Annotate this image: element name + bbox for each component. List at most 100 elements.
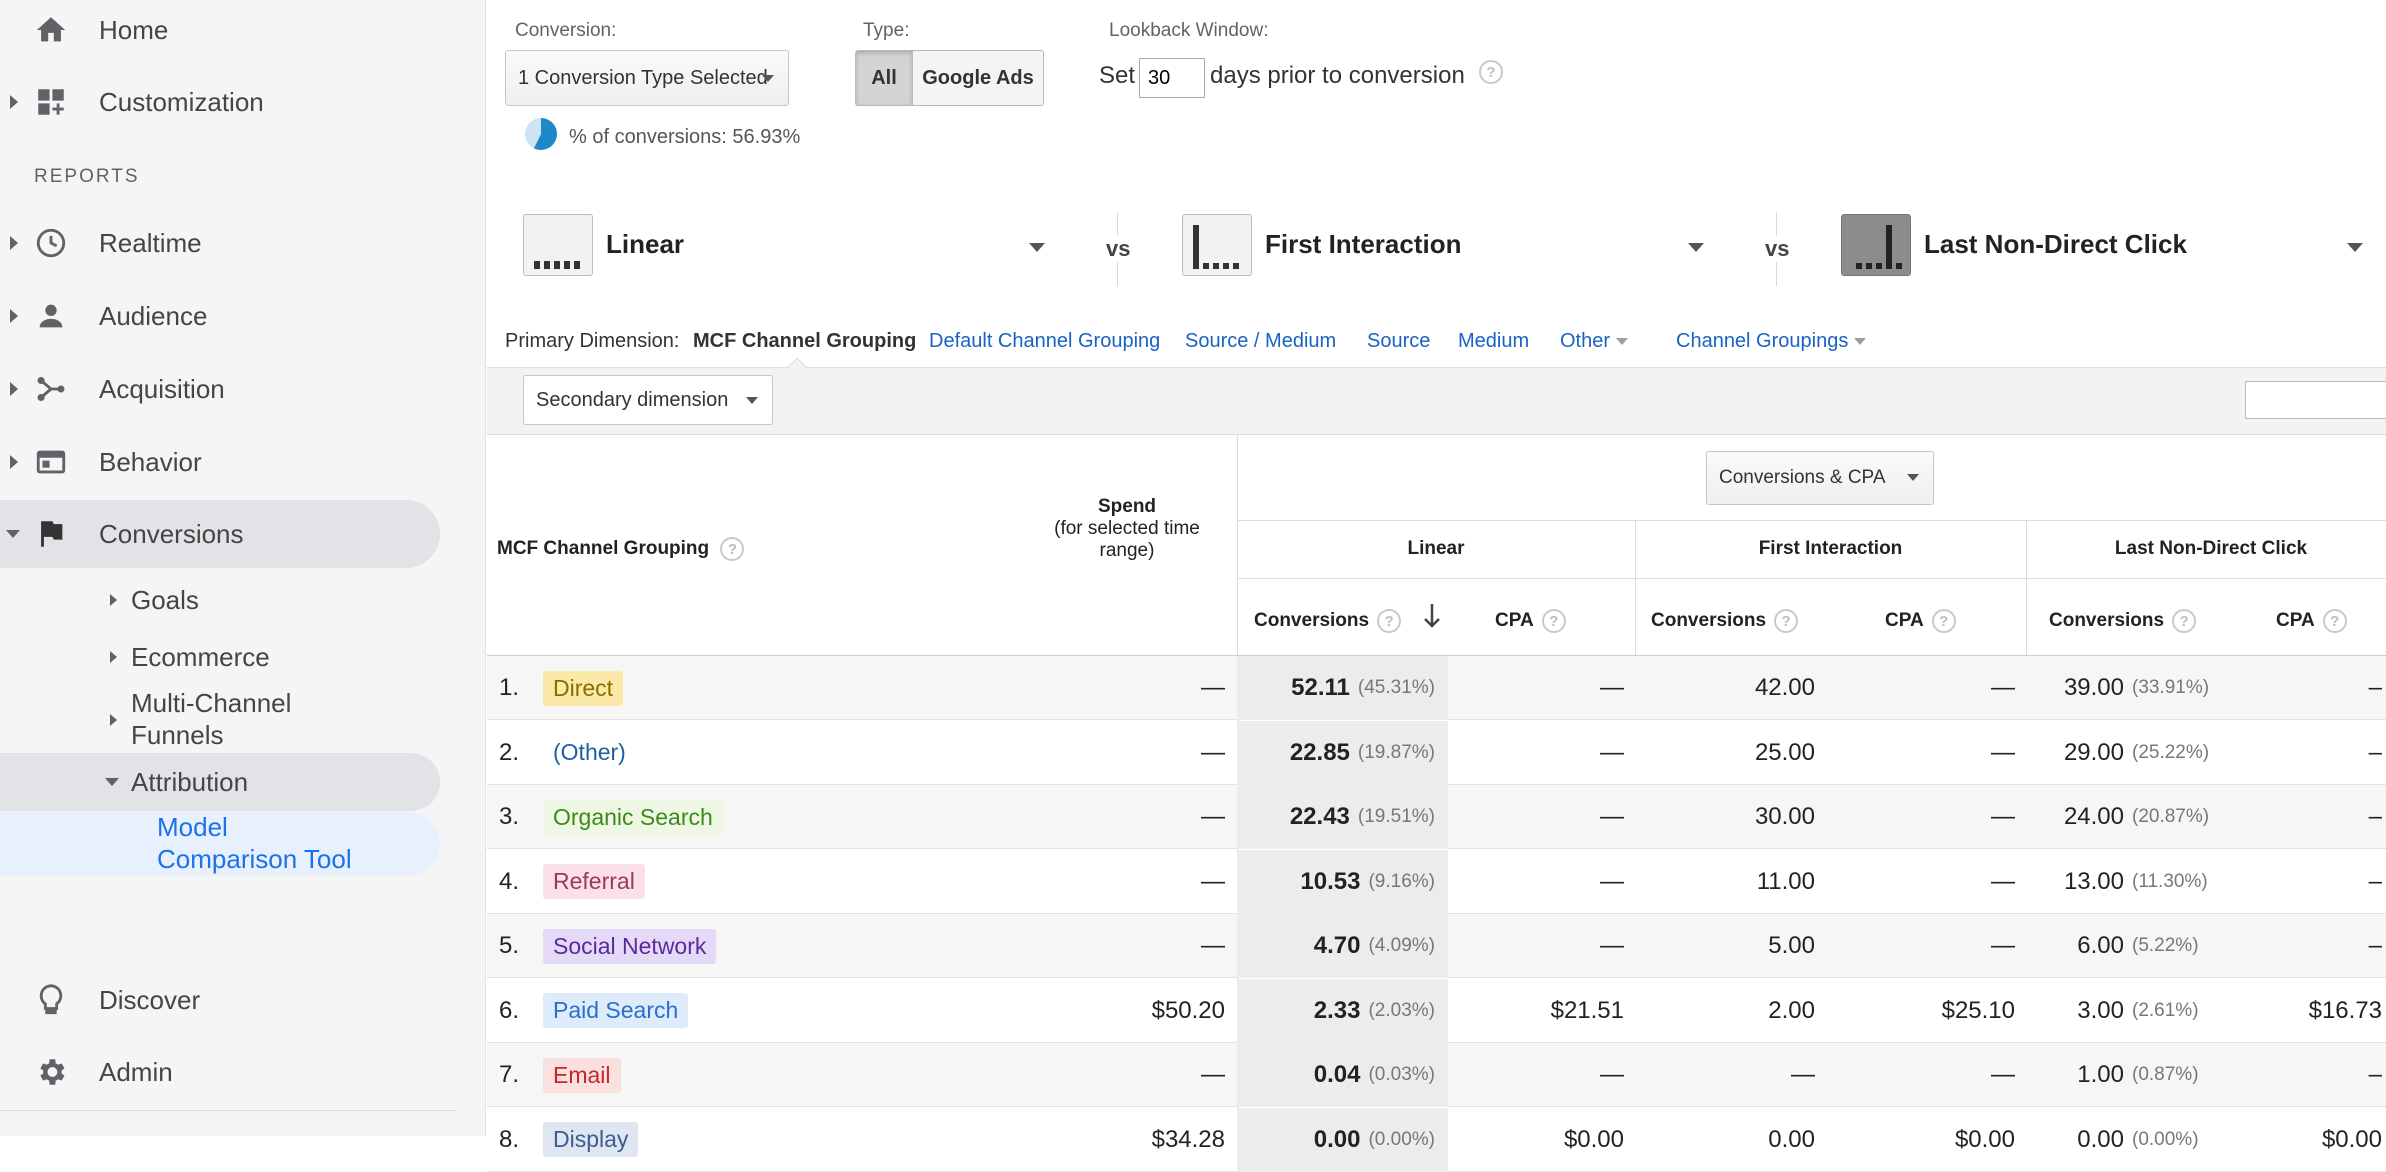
dimension-channel-groupings-label: Channel Groupings <box>1676 330 1849 352</box>
help-icon[interactable]: ? <box>1931 609 1956 633</box>
table-search-input[interactable] <box>2245 381 2386 419</box>
dimension-channel-groupings[interactable]: Channel Groupings <box>1676 330 1867 353</box>
metric-group-select[interactable]: Conversions & CPA <box>1706 451 1934 505</box>
nav-home[interactable]: Home <box>0 0 440 64</box>
help-icon[interactable]: ? <box>720 537 745 561</box>
nav-home-label: Home <box>99 14 169 45</box>
chevron-right-icon <box>110 714 117 726</box>
col-first-cpa[interactable]: CPA? <box>1885 609 1956 633</box>
type-all-button[interactable]: All <box>855 50 913 106</box>
chevron-down-icon[interactable] <box>1688 243 1704 252</box>
lookback-days-suffix: days prior to conversion <box>1210 62 1465 89</box>
chevron-right-icon <box>10 236 18 250</box>
first-cpa-value: — <box>1991 932 2015 959</box>
table-row[interactable]: 7. Email — 0.04 (0.03%) — — — 1.00 (0.87%) – <box>487 1043 2386 1107</box>
chevron-down-icon <box>762 75 774 82</box>
nav-realtime[interactable]: Realtime <box>0 209 440 277</box>
conversion-type-select[interactable]: 1 Conversion Type Selected <box>505 50 789 106</box>
dimension-default-channel-grouping[interactable]: Default Channel Grouping <box>929 330 1160 353</box>
nav-discover[interactable]: Discover <box>0 966 440 1034</box>
secondary-dimension-value: Secondary dimension <box>536 388 729 411</box>
nav-goals-label: Goals <box>131 584 199 615</box>
spend-header-line3: range) <box>1099 540 1155 561</box>
model-3-name[interactable]: Last Non-Direct Click <box>1924 229 2187 260</box>
first-cpa-value: — <box>1991 738 2015 766</box>
channel-link[interactable]: Direct <box>543 670 624 706</box>
chevron-down-icon[interactable] <box>2347 243 2363 252</box>
table-row[interactable]: 2. (Other) — 22.85 (19.87%) — 25.00 — 29.00 (25.2… <box>487 720 2386 785</box>
channel-link[interactable]: Social Network <box>543 928 717 964</box>
primary-dimension-active[interactable]: MCF Channel Grouping <box>693 330 916 353</box>
channel-link[interactable]: (Other) <box>543 735 636 770</box>
conversions-number: 3.00 <box>2077 996 2124 1024</box>
secondary-dimension-select[interactable]: Secondary dimension <box>523 375 773 425</box>
nav-goals[interactable]: Goals <box>0 580 440 620</box>
table-row[interactable]: 5. Social Network — 4.70 (4.09%) — 5.00 — 6.00 (5… <box>487 914 2386 978</box>
col-last-cpa[interactable]: CPA? <box>2276 609 2347 633</box>
table-row[interactable]: 8. Display $34.28 0.00 (0.00%) $0.00 0.00 $0.00… <box>487 1107 2386 1172</box>
nav-attribution[interactable]: Attribution <box>0 753 440 811</box>
dimension-other[interactable]: Other <box>1560 330 1629 353</box>
help-icon[interactable]: ? <box>2322 609 2347 633</box>
nav-ecommerce[interactable]: Ecommerce <box>0 637 440 677</box>
row-number: 3. <box>499 803 520 830</box>
dimension-source[interactable]: Source <box>1367 330 1430 353</box>
nav-behavior[interactable]: Behavior <box>0 428 440 496</box>
help-icon[interactable]: ? <box>1377 609 1402 633</box>
nav-audience-label: Audience <box>99 300 208 331</box>
last-cpa-value: $16.73 <box>2308 996 2382 1024</box>
nav-multi-channel-funnels[interactable]: Multi-Channel Funnels <box>0 686 440 754</box>
chevron-down-icon[interactable] <box>1029 243 1045 252</box>
col-last-conversions[interactable]: Conversions? <box>2049 609 2197 633</box>
table-row[interactable]: 4. Referral — 10.53 (9.16%) — 11.00 — 13.00 (11.3… <box>487 849 2386 914</box>
nav-audience[interactable]: Audience <box>0 282 440 350</box>
main-content: Conversion: 1 Conversion Type Selected %… <box>487 0 2386 1172</box>
col-linear-cpa[interactable]: CPA? <box>1495 609 1566 633</box>
col-first-conversions[interactable]: Conversions? <box>1651 609 1799 633</box>
type-google-ads-button[interactable]: Google Ads <box>912 50 1044 106</box>
nav-admin[interactable]: Admin <box>0 1038 440 1106</box>
col-linear-conversions[interactable]: Conversions? <box>1254 609 1402 633</box>
nav-customization[interactable]: Customization <box>0 68 440 136</box>
dimension-source-medium[interactable]: Source / Medium <box>1185 330 1336 353</box>
last-conversions-value: 24.00 (20.87%) <box>2026 785 2214 849</box>
table-row[interactable]: 3. Organic Search — 22.43 (19.51%) — 30.00 — 24.… <box>487 785 2386 849</box>
help-icon[interactable]: ? <box>2172 609 2197 633</box>
help-icon[interactable]: ? <box>1541 609 1566 633</box>
linear-cpa-value: $0.00 <box>1563 1125 1624 1153</box>
channel-name-cell: (Other) <box>543 721 943 785</box>
chevron-right-icon <box>110 594 117 606</box>
help-icon[interactable]: ? <box>1774 609 1799 633</box>
table-row[interactable]: 1. Direct — 52.11 (45.31%) — 42.00 — 39.00 (33.91… <box>487 656 2386 720</box>
pie-chart-icon <box>525 118 557 150</box>
help-icon[interactable]: ? <box>1479 60 1503 84</box>
first-conversions-value: — <box>1791 1061 1815 1088</box>
linear-cpa-value: — <box>1600 1061 1624 1088</box>
model-2-name[interactable]: First Interaction <box>1265 229 1461 260</box>
channel-link[interactable]: Organic Search <box>543 799 723 835</box>
channel-link[interactable]: Display <box>543 1122 639 1157</box>
conversions-percent: (25.22%) <box>2132 741 2210 763</box>
nav-ecommerce-label: Ecommerce <box>131 641 270 672</box>
first-conversions-value: 25.00 <box>1754 738 1815 766</box>
nav-conversions[interactable]: Conversions <box>0 500 440 568</box>
linear-cpa-value: — <box>1600 867 1624 895</box>
channel-link[interactable]: Email <box>543 1057 621 1093</box>
channel-link[interactable]: Referral <box>543 864 645 899</box>
model-1-name[interactable]: Linear <box>606 229 684 260</box>
chevron-right-icon <box>10 309 18 323</box>
nav-acquisition[interactable]: Acquisition <box>0 355 440 423</box>
spend-value: — <box>1201 932 1225 959</box>
dimension-medium[interactable]: Medium <box>1458 330 1529 353</box>
chevron-right-icon <box>10 382 18 396</box>
col-header-spend[interactable]: Spend (for selected time range) <box>1027 496 1227 562</box>
channel-link[interactable]: Paid Search <box>543 993 689 1028</box>
nav-model-comparison-tool[interactable]: Model Comparison Tool <box>0 812 440 876</box>
sort-arrow-down-icon[interactable] <box>1422 602 1442 630</box>
lookback-days-input[interactable] <box>1139 58 1205 98</box>
spend-header-line2: (for selected time <box>1054 518 1200 539</box>
linear-conversions-value: 22.85 (19.87%) <box>1237 721 1435 785</box>
col-header-grouping[interactable]: MCF Channel Grouping ? <box>497 537 745 561</box>
table-row[interactable]: 6. Paid Search $50.20 2.33 (2.03%) $21.51 2.00… <box>487 978 2386 1043</box>
linear-conversions-value: 4.70 (4.09%) <box>1237 914 1435 978</box>
